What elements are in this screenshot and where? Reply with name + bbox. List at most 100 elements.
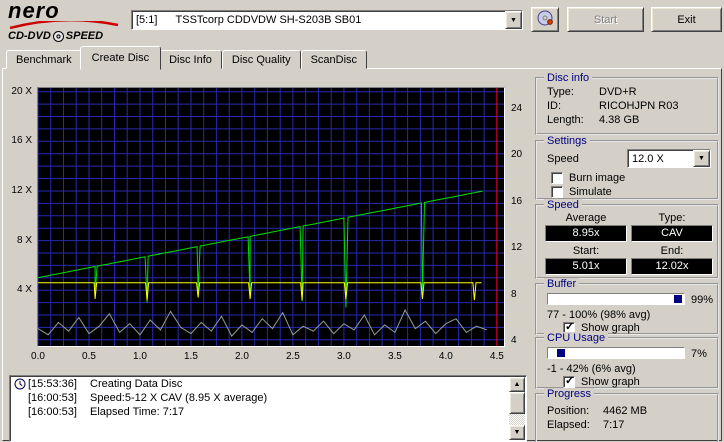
log-row[interactable]: [16:00:53] Speed:5-12 X CAV (8.95 X aver…: [10, 390, 526, 404]
group-title-progress: Progress: [544, 388, 595, 400]
chart-y-axis-left: 20 X 16 X 12 X 8 X 4 X: [4, 85, 35, 346]
tab-create-disc[interactable]: Create Disc: [79, 46, 162, 70]
log-list: [15:53:36] Creating Data Disc [16:00:53]…: [9, 375, 527, 442]
tab-benchmark[interactable]: Benchmark: [6, 50, 82, 69]
chart-y-axis-right: 24 20 16 12 8 4: [508, 88, 530, 346]
scroll-up-icon[interactable]: ▲: [509, 377, 525, 392]
tab-page-create-disc: 20 X 16 X 12 X 8 X 4 X 24 20 16 12 8 4 0.0 0.5 1.0 1…: [2, 68, 722, 442]
cpu-show-graph-label[interactable]: Show graph: [581, 376, 640, 388]
axis-tick: 20: [511, 149, 523, 161]
buffer-progressbar: [547, 293, 685, 305]
log-scrollbar[interactable]: ▲ ▼: [509, 377, 525, 440]
tab-bar: Benchmark Create Disc Disc Info Disc Qua…: [6, 46, 368, 70]
axis-tick: 16: [511, 195, 523, 207]
speed-select[interactable]: 12.0 X ▼: [627, 149, 711, 168]
chart-x-axis: 0.0 0.5 1.0 1.5 2.0 2.5 3.0 3.5 4.0 4.5: [31, 351, 506, 363]
cpu-percent: 7%: [691, 348, 707, 360]
axis-tick: 2.5: [285, 351, 300, 362]
speed-end-value: 12.02x: [631, 258, 713, 275]
speed-select-value: 12.0 X: [632, 152, 664, 165]
axis-tick: 8: [511, 288, 517, 300]
log-message: Creating Data Disc: [90, 377, 183, 390]
axis-tick: 12: [511, 242, 523, 254]
logo-speed: SPEED: [65, 30, 104, 42]
axis-tick: 4: [511, 335, 517, 347]
cpu-progress-marker: [556, 349, 565, 357]
logo-text-nero: nero: [8, 0, 60, 23]
disc-icon: [52, 30, 64, 42]
group-disc-info: Disc info Type: DVD+R ID: RICOHJPN R03 L…: [535, 72, 719, 135]
cd-icon: [537, 10, 553, 26]
group-title-settings: Settings: [544, 135, 590, 147]
axis-tick: 24: [511, 102, 523, 114]
chevron-down-icon[interactable]: ▼: [693, 150, 710, 167]
start-button[interactable]: Start: [567, 7, 644, 32]
group-title-buffer: Buffer: [544, 278, 580, 290]
tab-disc-quality[interactable]: Disc Quality: [221, 50, 301, 69]
axis-tick: 3.0: [336, 351, 351, 362]
tab-scandisc[interactable]: ScanDisc: [300, 50, 368, 69]
disc-type-label: Type:: [547, 86, 574, 98]
scroll-down-icon[interactable]: ▼: [509, 425, 525, 440]
group-title-cpu: CPU Usage: [544, 332, 609, 344]
cpu-range: -1 - 42% (6% avg): [547, 363, 636, 375]
disc-button[interactable]: [531, 7, 559, 32]
speed-start-value: 5.01x: [545, 258, 627, 275]
axis-tick: 0.5: [82, 351, 96, 362]
app-window: { "logo": { "line1": "nero", "line2_left…: [0, 0, 724, 442]
log-row[interactable]: [15:53:36] Creating Data Disc: [10, 376, 526, 390]
speed-select-label: Speed: [547, 153, 579, 165]
axis-tick: 1.0: [133, 351, 147, 362]
speed-average-value: 8.95x: [545, 225, 627, 242]
disc-length-value: 4.38 GB: [599, 114, 640, 126]
disc-id-label: ID:: [547, 100, 562, 112]
axis-tick: 2.0: [234, 351, 249, 362]
checkbox-simulate[interactable]: [551, 186, 563, 198]
speed-average-label: Average: [565, 212, 607, 224]
axis-tick: 20 X: [11, 85, 32, 97]
log-row[interactable]: [16:00:53] Elapsed Time: 7:17: [10, 404, 526, 418]
disc-length-label: Length:: [547, 114, 584, 126]
log-time: [16:00:53]: [28, 405, 77, 418]
progress-elapsed-label: Elapsed:: [547, 419, 590, 431]
nero-logo: nero CD-DVD SPEED: [8, 0, 126, 42]
speed-type-label: Type:: [658, 212, 686, 224]
group-title-disc-info: Disc info: [544, 72, 593, 84]
scrollbar-thumb[interactable]: [509, 392, 525, 414]
simulate-label[interactable]: Simulate: [569, 186, 612, 198]
checkbox-show-graph-cpu[interactable]: [563, 374, 575, 388]
disc-type-value: DVD+R: [599, 86, 637, 98]
checkbox-burn-image[interactable]: [551, 172, 563, 184]
progress-elapsed-value: 7:17: [603, 419, 625, 431]
axis-tick: 0.0: [31, 351, 45, 362]
exit-button[interactable]: Exit: [651, 7, 722, 32]
buffer-percent: 99%: [691, 294, 714, 306]
chart-plot-area: [37, 87, 505, 347]
speed-start-label: Start:: [572, 245, 600, 257]
group-cpu: CPU Usage 7% -1 - 42% (6% avg) Show grap…: [535, 332, 719, 389]
group-progress: Progress Position: 4462 MB Elapsed: 7:17: [535, 388, 719, 442]
buffer-range: 77 - 100% (98% avg): [547, 309, 651, 321]
progress-position-label: Position:: [547, 405, 590, 417]
axis-tick: 3.5: [387, 351, 402, 362]
chevron-down-icon[interactable]: ▼: [505, 11, 522, 29]
speed-end-label: End:: [660, 245, 684, 257]
log-message: Elapsed Time: 7:17: [90, 405, 185, 418]
axis-tick: 4.0: [438, 351, 453, 362]
axis-tick: 12 X: [11, 184, 32, 196]
group-buffer: Buffer 99% 77 - 100% (98% avg) Show grap…: [535, 278, 719, 335]
drive-select[interactable]: [5:1] TSSTcorp CDDVDW SH-S203B SB01 ▼: [131, 10, 523, 30]
logo-cddvd: CD-DVD: [8, 30, 51, 42]
axis-tick: 8 X: [16, 234, 32, 246]
progress-position-value: 4462 MB: [603, 405, 648, 417]
log-message: Speed:5-12 X CAV (8.95 X average): [90, 391, 268, 404]
log-time: [16:00:53]: [28, 391, 77, 404]
chart-canvas: [38, 88, 504, 346]
disc-id-value: RICOHJPN R03: [599, 100, 679, 112]
tab-disc-info[interactable]: Disc Info: [159, 50, 222, 69]
burn-image-label[interactable]: Burn image: [569, 172, 625, 184]
drive-select-value: [5:1] TSSTcorp CDDVDW SH-S203B SB01: [136, 14, 362, 26]
group-settings: Settings Speed 12.0 X ▼ Burn image Simul…: [535, 135, 719, 200]
cpu-progressbar: [547, 347, 685, 359]
log-time: [15:53:36]: [28, 377, 77, 390]
